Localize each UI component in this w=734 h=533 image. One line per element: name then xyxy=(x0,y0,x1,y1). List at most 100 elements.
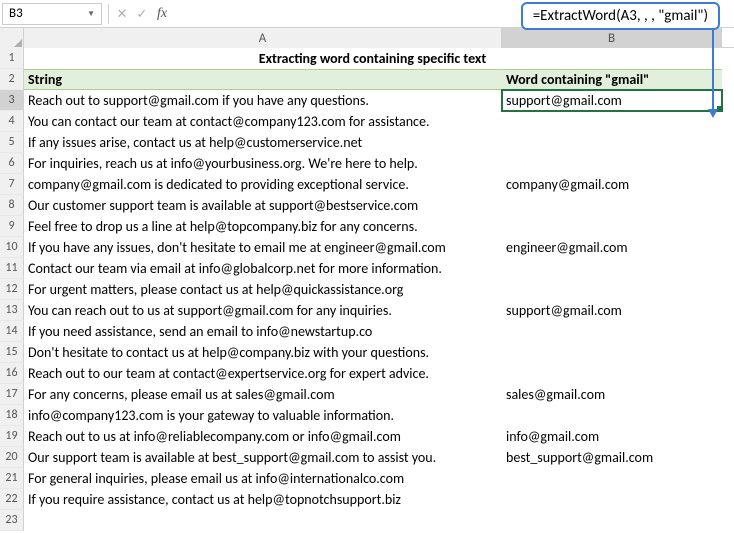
cell[interactable]: You can reach out to us at support@gmail… xyxy=(24,300,502,321)
table-row: 14 If you need assistance, send an email… xyxy=(0,321,734,342)
cell[interactable] xyxy=(24,510,502,531)
table-row: 22 If you require assistance, contact us… xyxy=(0,489,734,510)
insert-function-button[interactable]: fx xyxy=(152,3,172,25)
row-header[interactable]: 8 xyxy=(0,195,24,216)
cell[interactable] xyxy=(502,258,722,279)
cell[interactable]: info@gmail.com xyxy=(502,426,722,447)
cancel-formula-button[interactable]: ✕ xyxy=(112,3,132,25)
select-all-triangle-icon xyxy=(14,39,22,47)
cell[interactable]: If you need assistance, send an email to… xyxy=(24,321,502,342)
cell[interactable] xyxy=(502,132,722,153)
table-row: 15 Don't hesitate to contact us at help@… xyxy=(0,342,734,363)
cell[interactable] xyxy=(502,195,722,216)
table-row: 5 If any issues arise, contact us at hel… xyxy=(0,132,734,153)
cell[interactable]: If you require assistance, contact us at… xyxy=(24,489,502,510)
cell[interactable]: engineer@gmail.com xyxy=(502,237,722,258)
cell[interactable] xyxy=(502,216,722,237)
cell[interactable]: Our customer support team is available a… xyxy=(24,195,502,216)
cell[interactable]: info@company123.com is your gateway to v… xyxy=(24,405,502,426)
row-header[interactable]: 12 xyxy=(0,279,24,300)
column-headers: A B xyxy=(0,28,734,48)
cell[interactable] xyxy=(502,279,722,300)
column-header-a[interactable]: A xyxy=(24,28,502,48)
table-row: 11 Contact our team via email at info@gl… xyxy=(0,258,734,279)
table-row: 17 For any concerns, please email us at … xyxy=(0,384,734,405)
cell[interactable] xyxy=(502,468,722,489)
row-header[interactable]: 23 xyxy=(0,510,24,531)
row-header[interactable]: 19 xyxy=(0,426,24,447)
title-cell[interactable]: Extracting word containing specific text xyxy=(24,48,722,69)
row-header[interactable]: 22 xyxy=(0,489,24,510)
cell[interactable]: Reach out to our team at contact@experts… xyxy=(24,363,502,384)
cell[interactable]: Reach out to us at info@reliablecompany.… xyxy=(24,426,502,447)
chevron-down-icon[interactable]: ▼ xyxy=(87,9,95,19)
cell[interactable]: You can contact our team at contact@comp… xyxy=(24,111,502,132)
cell[interactable]: company@gmail.com xyxy=(502,174,722,195)
cell[interactable]: Our support team is available at best_su… xyxy=(24,447,502,468)
row-header[interactable]: 14 xyxy=(0,321,24,342)
table-row: 18 info@company123.com is your gateway t… xyxy=(0,405,734,426)
name-box-value: B3 xyxy=(9,6,23,21)
cell[interactable]: Contact our team via email at info@globa… xyxy=(24,258,502,279)
row-header[interactable]: 9 xyxy=(0,216,24,237)
header-cell-result[interactable]: Word containing "gmail" xyxy=(502,69,722,90)
cell[interactable]: If any issues arise, contact us at help@… xyxy=(24,132,502,153)
cell[interactable]: For urgent matters, please contact us at… xyxy=(24,279,502,300)
row-header[interactable]: 15 xyxy=(0,342,24,363)
active-cell[interactable]: support@gmail.com xyxy=(502,90,722,111)
table-row: 3 Reach out to support@gmail.com if you … xyxy=(0,90,734,111)
cell[interactable] xyxy=(502,363,722,384)
cell[interactable] xyxy=(502,405,722,426)
table-row: 23 xyxy=(0,510,734,531)
table-row: 16 Reach out to our team at contact@expe… xyxy=(0,363,734,384)
row-header[interactable]: 5 xyxy=(0,132,24,153)
cell[interactable]: best_support@gmail.com xyxy=(502,447,722,468)
row-header[interactable]: 21 xyxy=(0,468,24,489)
row-header[interactable]: 11 xyxy=(0,258,24,279)
table-row: 9 Feel free to drop us a line at help@to… xyxy=(0,216,734,237)
enter-formula-button[interactable]: ✓ xyxy=(132,3,152,25)
cell[interactable]: support@gmail.com xyxy=(502,300,722,321)
row-header[interactable]: 17 xyxy=(0,384,24,405)
cell[interactable]: For any concerns, please email us at sal… xyxy=(24,384,502,405)
cell[interactable]: For general inquiries, please email us a… xyxy=(24,468,502,489)
cell[interactable] xyxy=(502,510,722,531)
table-row: 7 company@gmail.com is dedicated to prov… xyxy=(0,174,734,195)
row-header[interactable]: 2 xyxy=(0,69,24,90)
name-box[interactable]: B3 ▼ xyxy=(2,3,102,25)
table-row: 4 You can contact our team at contact@co… xyxy=(0,111,734,132)
row-header[interactable]: 16 xyxy=(0,363,24,384)
row-header[interactable]: 1 xyxy=(0,48,24,69)
table-row: 10 If you have any issues, don't hesitat… xyxy=(0,237,734,258)
callout-arrow xyxy=(712,22,714,116)
cell[interactable]: If you have any issues, don't hesitate t… xyxy=(24,237,502,258)
select-all-corner[interactable] xyxy=(0,28,24,48)
table-row: 12 For urgent matters, please contact us… xyxy=(0,279,734,300)
formula-callout: =ExtractWord(A3, , , "gmail") xyxy=(521,2,720,30)
cell[interactable] xyxy=(502,489,722,510)
cell[interactable]: Don't hesitate to contact us at help@com… xyxy=(24,342,502,363)
table-row: 19 Reach out to us at info@reliablecompa… xyxy=(0,426,734,447)
row-header[interactable]: 20 xyxy=(0,447,24,468)
row-header[interactable]: 3 xyxy=(0,90,24,111)
header-cell-string[interactable]: String xyxy=(24,69,502,90)
cell[interactable]: Reach out to support@gmail.com if you ha… xyxy=(24,90,502,111)
column-header-b[interactable]: B xyxy=(502,28,722,48)
table-row: 2 String Word containing "gmail" xyxy=(0,69,734,90)
row-header[interactable]: 4 xyxy=(0,111,24,132)
cell[interactable]: company@gmail.com is dedicated to provid… xyxy=(24,174,502,195)
grid: 1 Extracting word containing specific te… xyxy=(0,48,734,531)
cell[interactable] xyxy=(502,321,722,342)
row-header[interactable]: 6 xyxy=(0,153,24,174)
cell[interactable]: sales@gmail.com xyxy=(502,384,722,405)
cell[interactable] xyxy=(502,153,722,174)
cell[interactable]: For inquiries, reach us at info@yourbusi… xyxy=(24,153,502,174)
row-header[interactable]: 10 xyxy=(0,237,24,258)
row-header[interactable]: 18 xyxy=(0,405,24,426)
row-header[interactable]: 7 xyxy=(0,174,24,195)
cell[interactable] xyxy=(502,342,722,363)
row-header[interactable]: 13 xyxy=(0,300,24,321)
cell[interactable]: Feel free to drop us a line at help@topc… xyxy=(24,216,502,237)
cell[interactable] xyxy=(502,111,722,132)
table-row: 1 Extracting word containing specific te… xyxy=(0,48,734,69)
